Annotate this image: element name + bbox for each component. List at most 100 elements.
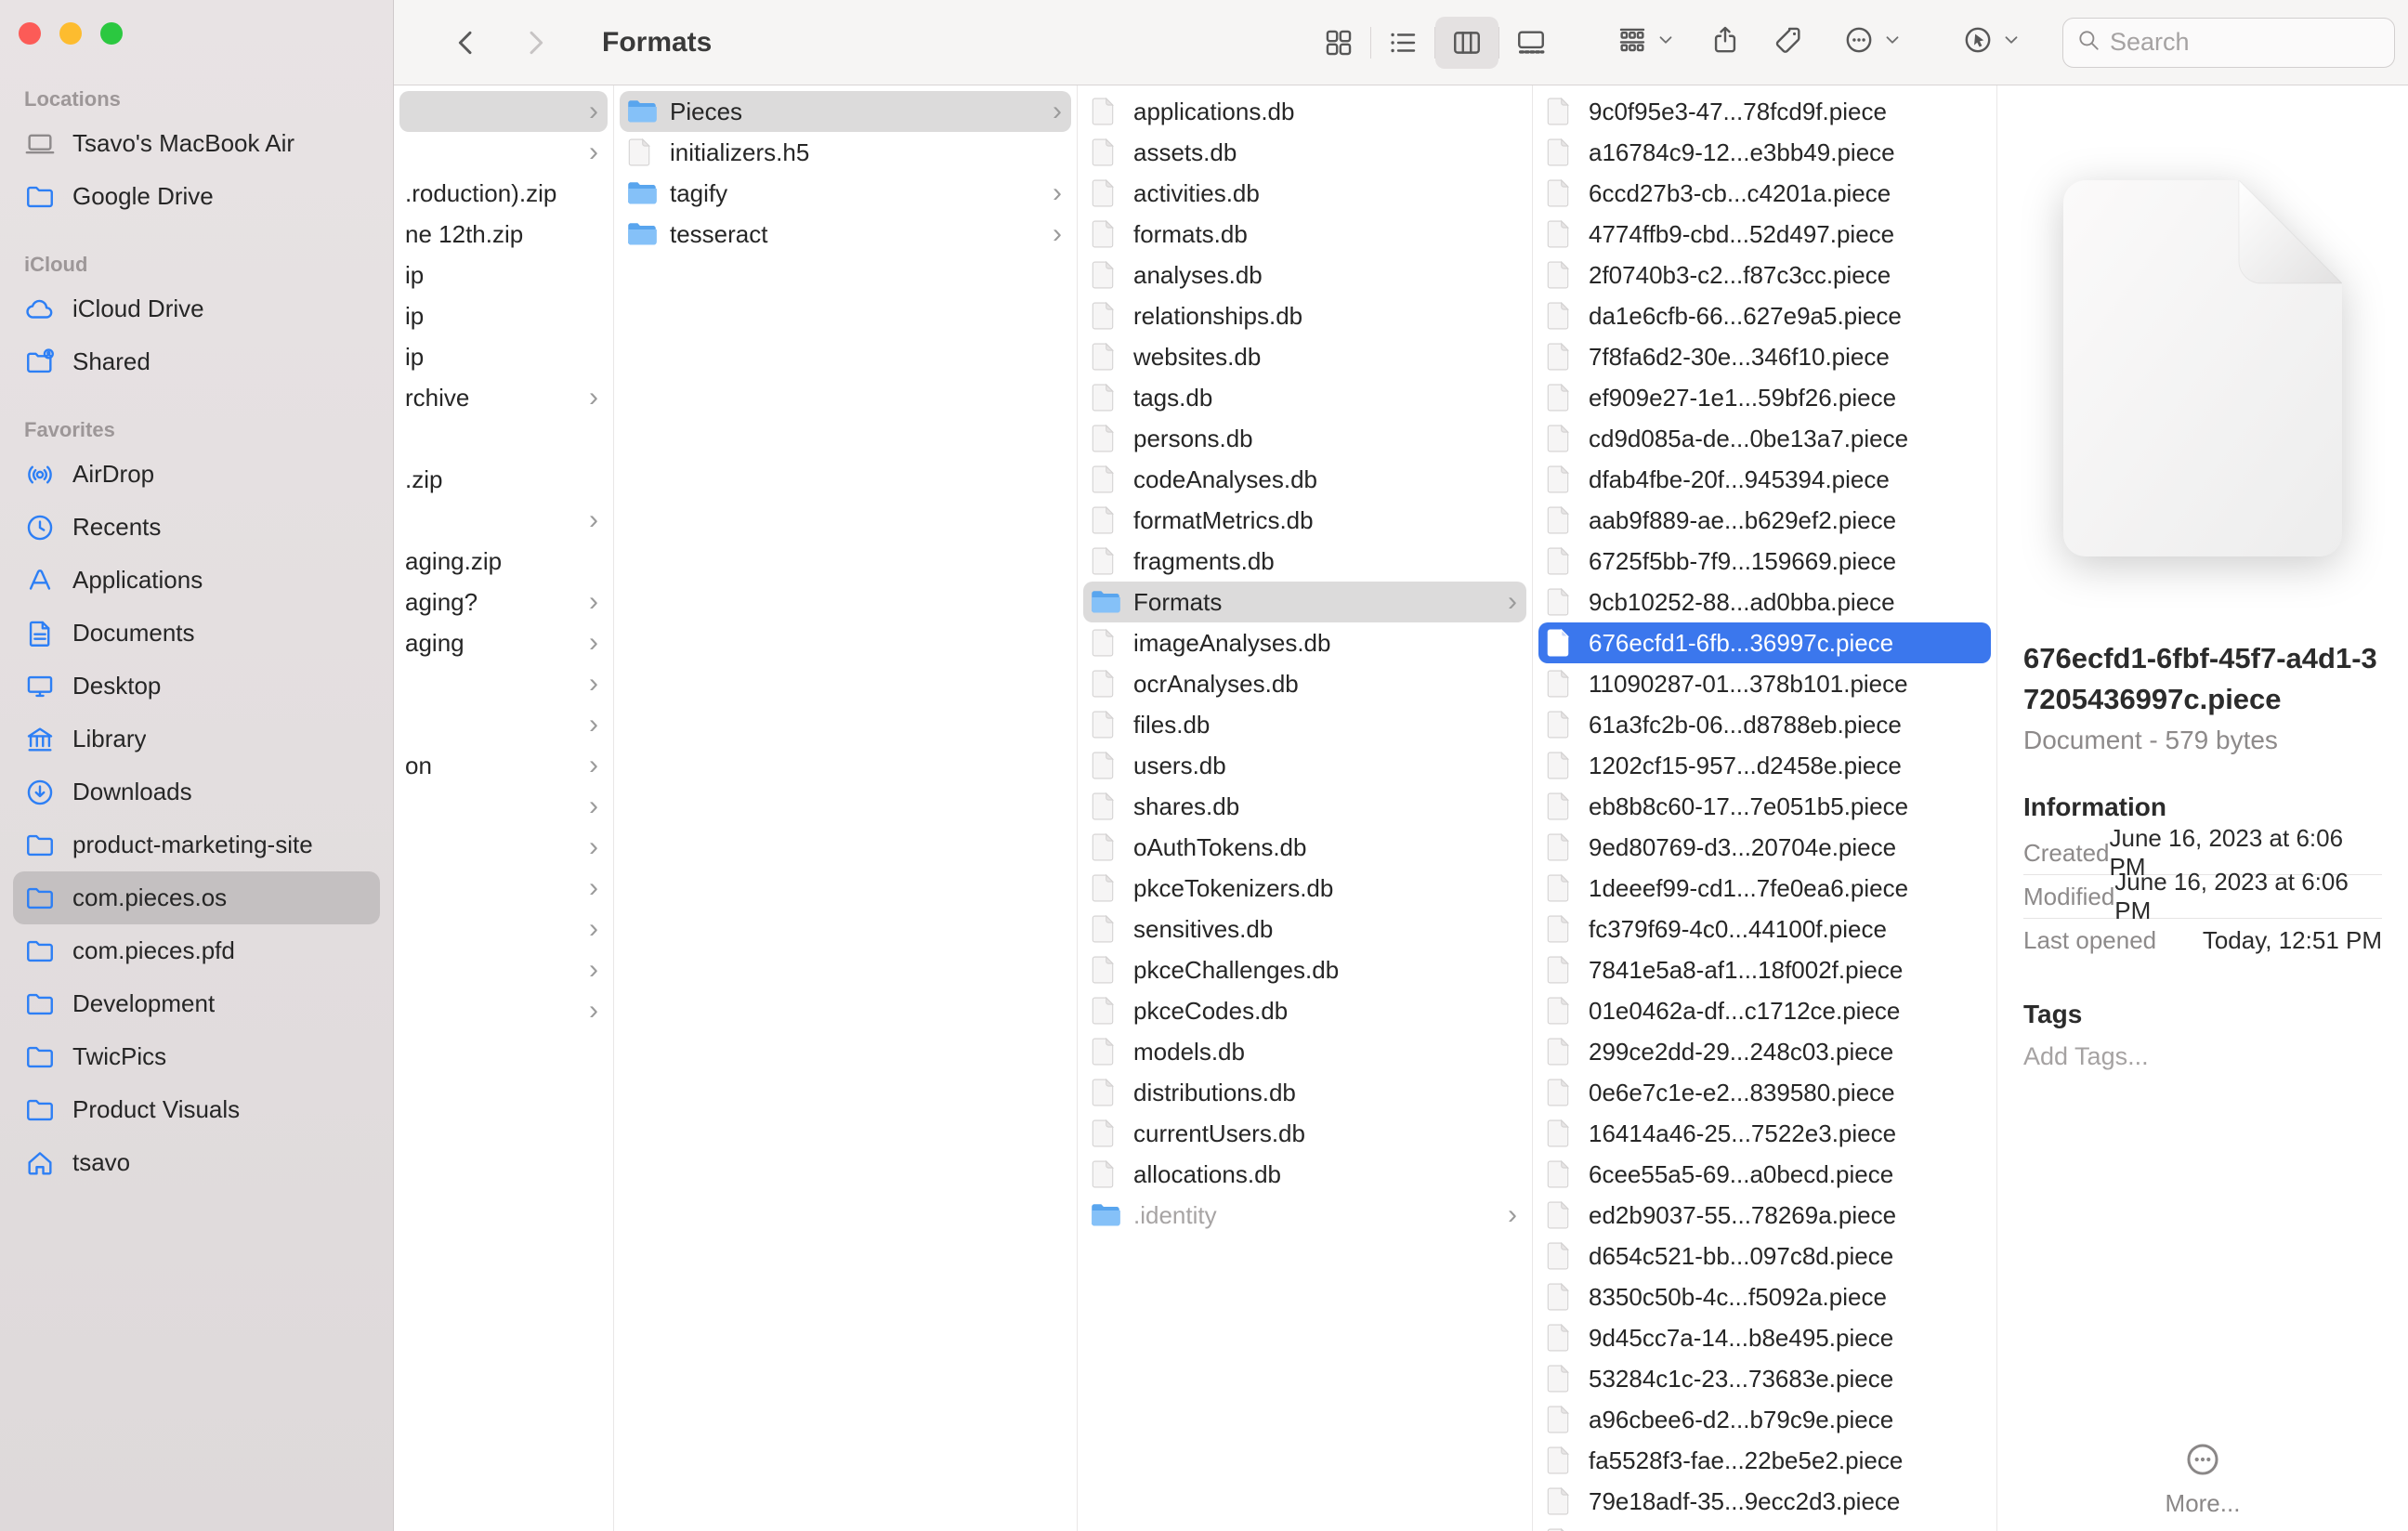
file-row[interactable]: 0e6e7c1e-e2...839580.piece: [1538, 1072, 1991, 1113]
search-input[interactable]: Search: [2062, 18, 2395, 68]
folder-row[interactable]: .identity›: [1083, 1195, 1526, 1236]
file-row[interactable]: .roduction).zip: [399, 173, 608, 214]
file-row[interactable]: 1deeef99-cd1...7fe0ea6.piece: [1538, 868, 1991, 909]
file-row[interactable]: 16414a46-25...7522e3.piece: [1538, 1113, 1991, 1154]
file-row[interactable]: ›: [399, 990, 608, 1031]
group-by-button[interactable]: [1616, 24, 1676, 60]
file-row[interactable]: distributions.db: [1083, 1072, 1526, 1113]
file-row[interactable]: a96cbee6-d2...b79c9e.piece: [1538, 1399, 1991, 1440]
minimize-window-button[interactable]: [59, 22, 82, 45]
sidebar-item-tsavo[interactable]: tsavo: [13, 1136, 380, 1189]
file-row[interactable]: 676ecfd1-6fb...36997c.piece: [1538, 622, 1991, 663]
file-row[interactable]: ›: [399, 949, 608, 990]
close-window-button[interactable]: [19, 22, 41, 45]
sidebar-item-recents[interactable]: Recents: [13, 501, 380, 554]
file-row[interactable]: 53284c1c-23...73683e.piece: [1538, 1358, 1991, 1399]
sidebar-item-tsavo-s-macbook-air[interactable]: Tsavo's MacBook Air: [13, 117, 380, 170]
file-row[interactable]: d654c521-bb...097c8d.piece: [1538, 1236, 1991, 1276]
back-button[interactable]: [446, 19, 487, 67]
file-row[interactable]: fragments.db: [1083, 541, 1526, 582]
file-row[interactable]: fc379f69-4c0...44100f.piece: [1538, 909, 1991, 949]
file-row[interactable]: ip: [399, 336, 608, 377]
file-row[interactable]: pkceCodes.db: [1083, 990, 1526, 1031]
file-row[interactable]: 01e0462a-df...c1712ce.piece: [1538, 990, 1991, 1031]
view-grid-button[interactable]: [1307, 17, 1370, 69]
file-row[interactable]: ›: [399, 786, 608, 827]
file-row[interactable]: ›: [399, 132, 608, 173]
file-row[interactable]: 7841e5a8-af1...18f002f.piece: [1538, 949, 1991, 990]
file-row[interactable]: 9c0f95e3-47...78fcd9f.piece: [1538, 91, 1991, 132]
file-row[interactable]: rchive›: [399, 377, 608, 418]
file-row[interactable]: oAuthTokens.db: [1083, 827, 1526, 868]
file-row[interactable]: aging?›: [399, 582, 608, 622]
file-row[interactable]: da1e6cfb-66...627e9a5.piece: [1538, 295, 1991, 336]
file-row[interactable]: allocations.db: [1083, 1154, 1526, 1195]
file-row[interactable]: ed2b9037-55...78269a.piece: [1538, 1195, 1991, 1236]
file-row[interactable]: currentUsers.db: [1083, 1113, 1526, 1154]
file-row[interactable]: ›: [399, 909, 608, 949]
file-row[interactable]: 1202cf15-957...d2458e.piece: [1538, 745, 1991, 786]
file-row[interactable]: 9ed80769-d3...20704e.piece: [1538, 827, 1991, 868]
file-row[interactable]: 9d45cc7a-14...b8e495.piece: [1538, 1317, 1991, 1358]
file-row[interactable]: .zip: [399, 459, 608, 500]
file-row[interactable]: ip: [399, 295, 608, 336]
sidebar-item-desktop[interactable]: Desktop: [13, 660, 380, 713]
file-row[interactable]: 299ce2dd-29...248c03.piece: [1538, 1031, 1991, 1072]
file-row[interactable]: ocrAnalyses.db: [1083, 663, 1526, 704]
file-row[interactable]: tags.db: [1083, 377, 1526, 418]
file-row[interactable]: formats.db: [1083, 214, 1526, 255]
file-row[interactable]: analyses.db: [1083, 255, 1526, 295]
more-circle-button[interactable]: [1843, 24, 1903, 60]
file-row[interactable]: ›: [399, 704, 608, 745]
file-row[interactable]: persons.db: [1083, 418, 1526, 459]
folder-row[interactable]: Formats›: [1083, 582, 1526, 622]
sidebar-item-applications[interactable]: Applications: [13, 554, 380, 607]
more-button[interactable]: More...: [1997, 1440, 2408, 1518]
file-row[interactable]: initializers.h5: [620, 132, 1071, 173]
add-tags-field[interactable]: Add Tags...: [2023, 1042, 2382, 1071]
file-row[interactable]: assets.db: [1083, 132, 1526, 173]
sidebar-item-library[interactable]: Library: [13, 713, 380, 766]
file-row[interactable]: dfab4fbe-20f...945394.piece: [1538, 459, 1991, 500]
file-row[interactable]: ›: [399, 91, 608, 132]
file-row[interactable]: 6725f5bb-7f9...159669.piece: [1538, 541, 1991, 582]
file-row[interactable]: users.db: [1083, 745, 1526, 786]
file-row[interactable]: a16784c9-12...e3bb49.piece: [1538, 132, 1991, 173]
file-row[interactable]: formatMetrics.db: [1083, 500, 1526, 541]
file-row[interactable]: ne 12th.zip: [399, 214, 608, 255]
file-row[interactable]: aab9f889-ae...b629ef2.piece: [1538, 500, 1991, 541]
file-row[interactable]: pkceChallenges.db: [1083, 949, 1526, 990]
file-row[interactable]: 6cee55a5-69...a0becd.piece: [1538, 1154, 1991, 1195]
file-row[interactable]: 61a3fc2b-06...d8788eb.piece: [1538, 704, 1991, 745]
forward-button[interactable]: [515, 19, 556, 67]
file-row[interactable]: aging.zip: [399, 541, 608, 582]
view-list-button[interactable]: [1371, 17, 1434, 69]
file-row[interactable]: 8350c50b-4c...f5092a.piece: [1538, 1276, 1991, 1317]
file-row[interactable]: files.db: [1083, 704, 1526, 745]
tag-button[interactable]: [1773, 24, 1804, 60]
sidebar-item-documents[interactable]: Documents: [13, 607, 380, 660]
file-row[interactable]: ›: [399, 827, 608, 868]
sidebar-item-shared[interactable]: Shared: [13, 335, 380, 388]
view-gallery-button[interactable]: [1499, 17, 1563, 69]
file-row[interactable]: ip: [399, 255, 608, 295]
sidebar-item-twicpics[interactable]: TwicPics: [13, 1030, 380, 1083]
sidebar-item-development[interactable]: Development: [13, 977, 380, 1030]
file-row[interactable]: relationships.db: [1083, 295, 1526, 336]
file-row[interactable]: eb8b8c60-17...7e051b5.piece: [1538, 786, 1991, 827]
file-row[interactable]: applications.db: [1083, 91, 1526, 132]
file-row[interactable]: 9cb10252-88...ad0bba.piece: [1538, 582, 1991, 622]
view-columns-button[interactable]: [1435, 17, 1498, 69]
file-row[interactable]: [1538, 1522, 1991, 1531]
file-row[interactable]: [399, 418, 608, 459]
file-row[interactable]: shares.db: [1083, 786, 1526, 827]
zoom-window-button[interactable]: [100, 22, 123, 45]
file-row[interactable]: aging›: [399, 622, 608, 663]
sidebar-item-product-visuals[interactable]: Product Visuals: [13, 1083, 380, 1136]
file-row[interactable]: 6ccd27b3-cb...c4201a.piece: [1538, 173, 1991, 214]
file-row[interactable]: cd9d085a-de...0be13a7.piece: [1538, 418, 1991, 459]
file-row[interactable]: 79e18adf-35...9ecc2d3.piece: [1538, 1481, 1991, 1522]
file-row[interactable]: ›: [399, 868, 608, 909]
sidebar-item-downloads[interactable]: Downloads: [13, 766, 380, 818]
folder-row[interactable]: tagify›: [620, 173, 1071, 214]
